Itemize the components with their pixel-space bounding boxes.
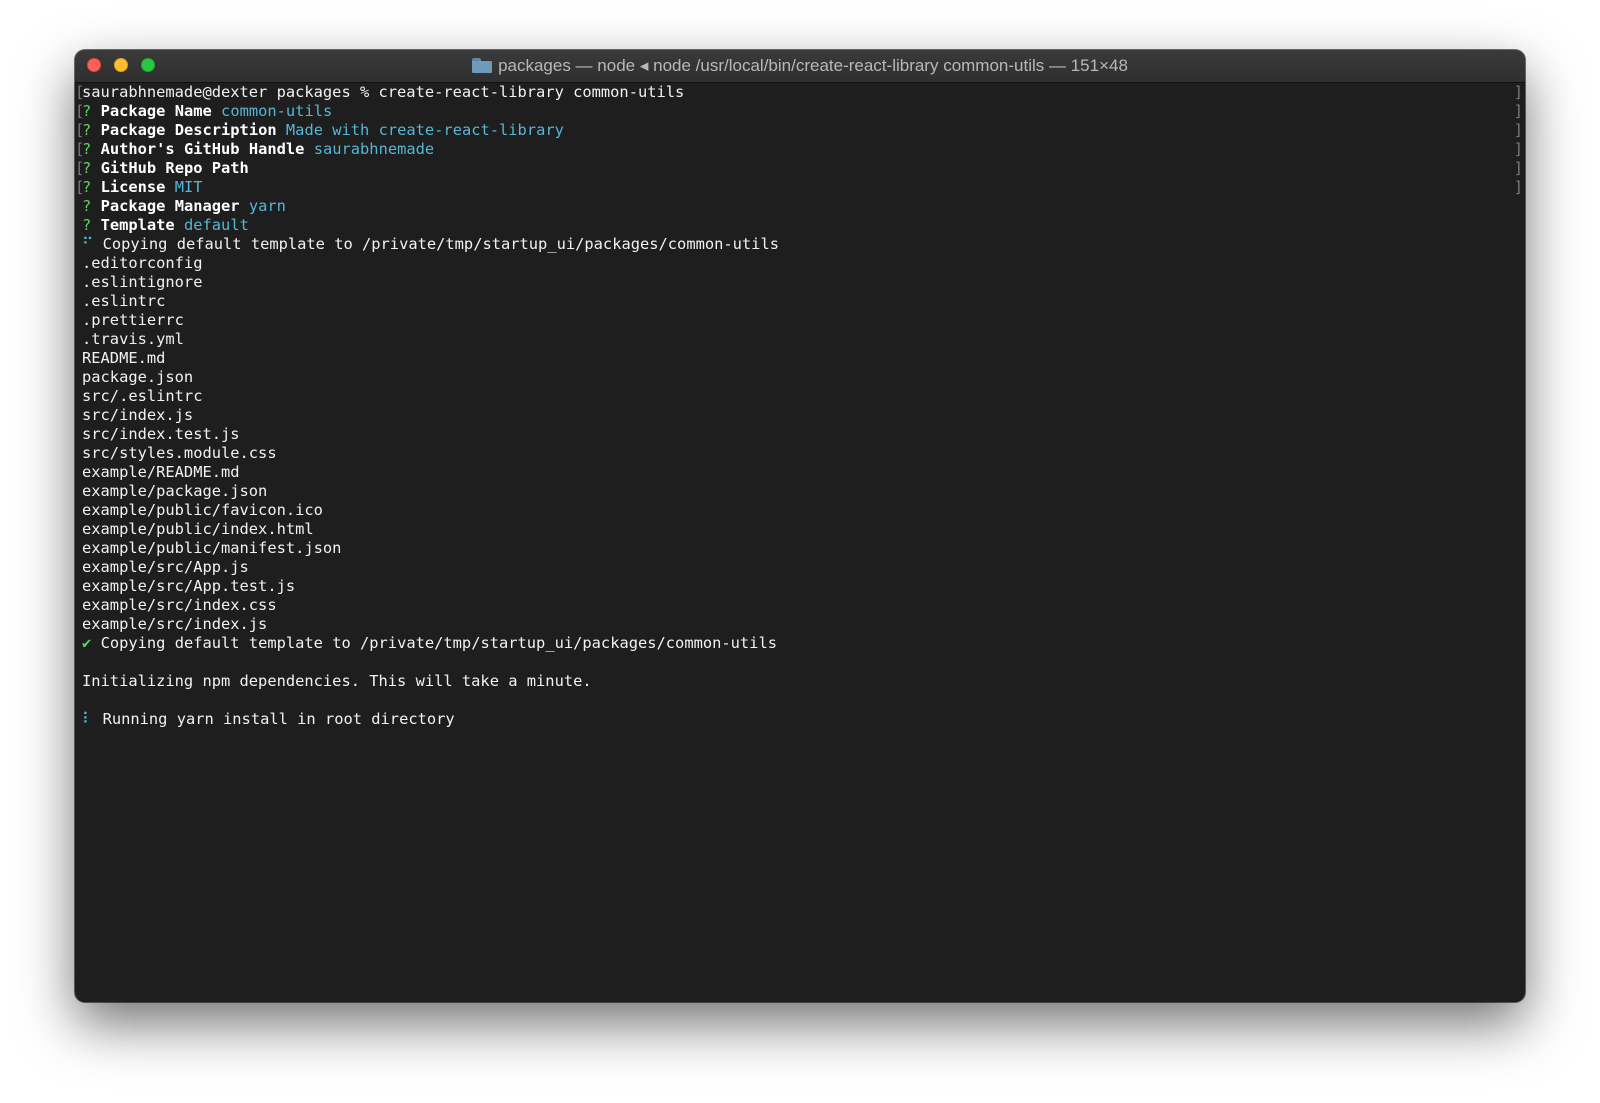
- prompt-text: saurabhnemade@dexter packages % create-r…: [82, 83, 685, 101]
- file-line: example/README.md: [82, 463, 240, 481]
- question-line: ? Package Manager yarn: [75, 197, 1525, 216]
- file-line: src/index.test.js: [82, 425, 240, 443]
- checkmark-icon: ✔: [82, 634, 92, 652]
- file-line: .eslintignore: [82, 273, 203, 291]
- folder-icon: [472, 58, 493, 73]
- window-title: packages — node ◂ node /usr/local/bin/cr…: [75, 50, 1525, 82]
- file-line: src/styles.module.css: [82, 444, 277, 462]
- file-line: example/public/manifest.json: [82, 539, 342, 557]
- title-suffix: node /usr/local/bin/create-react-library…: [653, 56, 1128, 75]
- spinner-icon: ⠋: [82, 235, 94, 253]
- question-answer: Made with create-react-library: [285, 121, 564, 139]
- title-prefix: packages — node: [498, 56, 636, 75]
- file-line: example/src/index.js: [82, 615, 268, 633]
- spinner-icon: ⠇: [82, 710, 94, 728]
- copy-done-text: Copying default template to /private/tmp…: [100, 634, 777, 652]
- question-label: Package Name: [100, 102, 212, 120]
- question-answer: MIT: [174, 178, 203, 196]
- title-separator: ◂: [639, 56, 649, 75]
- question-line: [? GitHub Repo Path ]: [75, 159, 1523, 177]
- file-line: src/index.js: [82, 406, 194, 424]
- running-text: Running yarn install in root directory: [102, 710, 455, 728]
- terminal-output[interactable]: [saurabhnemade@dexter packages % create-…: [75, 83, 1525, 1002]
- file-line: .eslintrc: [82, 292, 166, 310]
- terminal-window[interactable]: packages — node ◂ node /usr/local/bin/cr…: [75, 50, 1525, 1002]
- file-line: example/src/App.test.js: [82, 577, 296, 595]
- file-line: package.json: [82, 368, 194, 386]
- question-mark-icon: ?: [82, 197, 92, 215]
- file-line: src/.eslintrc: [82, 387, 203, 405]
- question-label: License: [100, 178, 166, 196]
- question-line: [? Package Description Made with create-…: [75, 121, 1523, 139]
- file-line: example/public/favicon.ico: [82, 501, 323, 519]
- question-label: GitHub Repo Path: [100, 159, 249, 177]
- file-line: .editorconfig: [82, 254, 203, 272]
- question-answer: yarn: [248, 197, 286, 215]
- question-line: [? Package Name common-utils]: [75, 102, 1523, 120]
- question-answer: default: [183, 216, 249, 234]
- question-label: Author's GitHub Handle: [100, 140, 305, 158]
- copy-status-line: ⠋ Copying default template to /private/t…: [75, 235, 1525, 254]
- question-line: [? Author's GitHub Handle saurabhnemade]: [75, 140, 1523, 158]
- init-message: Initializing npm dependencies. This will…: [82, 672, 592, 690]
- question-mark-icon: ?: [82, 216, 92, 234]
- copy-done-line: ✔ Copying default template to /private/t…: [75, 634, 1525, 653]
- question-label: Package Description: [100, 121, 277, 139]
- question-line: [? License MIT]: [75, 178, 1523, 196]
- file-line: .travis.yml: [82, 330, 184, 348]
- question-label: Template: [100, 216, 175, 234]
- question-answer: saurabhnemade: [313, 140, 435, 158]
- file-line: example/public/index.html: [82, 520, 314, 538]
- file-line: example/src/index.css: [82, 596, 277, 614]
- file-line: README.md: [82, 349, 166, 367]
- question-line: ? Template default: [75, 216, 1525, 235]
- copy-status-text: Copying default template to /private/tmp…: [102, 235, 779, 253]
- question-label: Package Manager: [100, 197, 240, 215]
- question-answer: common-utils: [221, 102, 333, 120]
- title-bar[interactable]: packages — node ◂ node /usr/local/bin/cr…: [75, 50, 1525, 83]
- file-line: example/package.json: [82, 482, 268, 500]
- prompt-line: [saurabhnemade@dexter packages % create-…: [75, 83, 1523, 101]
- running-line: ⠇ Running yarn install in root directory: [75, 710, 1525, 729]
- file-line: example/src/App.js: [82, 558, 249, 576]
- file-line: .prettierrc: [82, 311, 184, 329]
